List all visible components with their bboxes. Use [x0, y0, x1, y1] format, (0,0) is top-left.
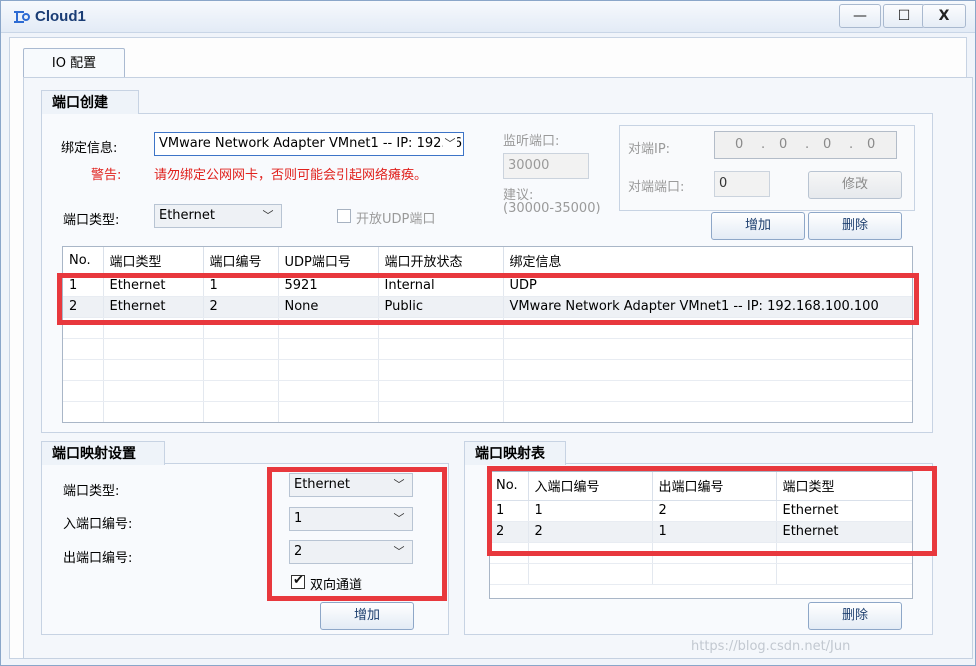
warning-label: 警告: — [91, 168, 122, 183]
title-bar[interactable]: Cloud1 — ☐ X — [1, 1, 975, 33]
maximize-button[interactable]: ☐ — [883, 4, 925, 28]
port-mapping-settings-title: 端口映射设置 — [41, 441, 165, 465]
highlight-mapping-rows — [487, 466, 937, 556]
col-open-status[interactable]: 端口开放状态 — [378, 247, 504, 276]
ip-octet-1: 0 — [735, 137, 744, 152]
map-port-type-label: 端口类型: — [63, 484, 120, 499]
ip-octet-2: 0 — [779, 137, 788, 152]
peer-port-label: 对端端口: — [628, 180, 685, 195]
ip-octet-4: 0 — [867, 137, 876, 152]
delete-mapping-button[interactable]: 删除 — [808, 602, 902, 630]
cloud-window: Cloud1 — ☐ X IO 配置 端口创建 绑定信息: VMware Net… — [0, 0, 976, 666]
port-creation-title: 端口创建 — [41, 90, 139, 114]
cloud-app-icon — [14, 11, 30, 23]
delete-port-button[interactable]: 删除 — [808, 212, 902, 240]
port-type-label: 端口类型: — [63, 213, 120, 228]
highlight-mapping-settings — [267, 467, 447, 601]
col-no[interactable]: No. — [63, 247, 104, 276]
col-udp-port[interactable]: UDP端口号 — [278, 247, 379, 276]
empty-row — [63, 401, 912, 422]
bind-info-label: 绑定信息: — [61, 141, 118, 156]
port-mapping-table-title: 端口映射表 — [464, 441, 566, 465]
empty-row — [490, 563, 912, 585]
port-type-select[interactable]: Ethernet ﹀ — [154, 204, 282, 228]
peer-ip-field[interactable]: 0 . 0 . 0 . 0 — [714, 131, 897, 159]
close-button[interactable]: X — [922, 4, 966, 28]
tab-io-config[interactable]: IO 配置 — [23, 48, 125, 78]
suggest-range: (30000-35000) — [503, 201, 601, 216]
add-port-button[interactable]: 增加 — [711, 212, 805, 240]
empty-row — [63, 359, 912, 381]
port-type-value: Ethernet — [159, 208, 215, 223]
ip-octet-3: 0 — [823, 137, 832, 152]
warning-text: 请勿绑定公网网卡，否则可能会引起网络瘫痪。 — [154, 168, 428, 183]
add-mapping-button[interactable]: 增加 — [320, 602, 414, 630]
listen-port-label: 监听端口: — [503, 134, 560, 149]
peer-port-input[interactable]: 0 — [714, 171, 770, 197]
watermark: https://blog.csdn.net/Jun — [691, 639, 851, 654]
chevron-down-icon: ﹀ — [443, 133, 457, 155]
open-udp-label: 开放UDP端口 — [356, 212, 436, 227]
window-title: Cloud1 — [35, 8, 86, 25]
listen-port-input[interactable]: 30000 — [503, 153, 589, 179]
empty-row — [63, 338, 912, 360]
out-port-label: 出端口编号: — [63, 551, 133, 566]
highlight-port-rows — [57, 273, 919, 325]
port-table-header: No. 端口类型 端口编号 UDP端口号 端口开放状态 绑定信息 — [63, 247, 912, 276]
col-port-number[interactable]: 端口编号 — [203, 247, 279, 276]
bind-info-value: VMware Network Adapter VMnet1 -- IP: 192… — [159, 136, 463, 151]
minimize-button[interactable]: — — [839, 4, 881, 28]
bind-info-select[interactable]: VMware Network Adapter VMnet1 -- IP: 192… — [154, 132, 464, 156]
peer-ip-label: 对端IP: — [628, 142, 671, 157]
col-bind-info[interactable]: 绑定信息 — [503, 247, 912, 276]
col-port-type[interactable]: 端口类型 — [103, 247, 204, 276]
empty-row — [63, 380, 912, 402]
in-port-label: 入端口编号: — [63, 517, 133, 532]
chevron-down-icon: ﹀ — [261, 205, 275, 227]
modify-button[interactable]: 修改 — [808, 171, 902, 199]
open-udp-checkbox[interactable] — [337, 209, 351, 223]
